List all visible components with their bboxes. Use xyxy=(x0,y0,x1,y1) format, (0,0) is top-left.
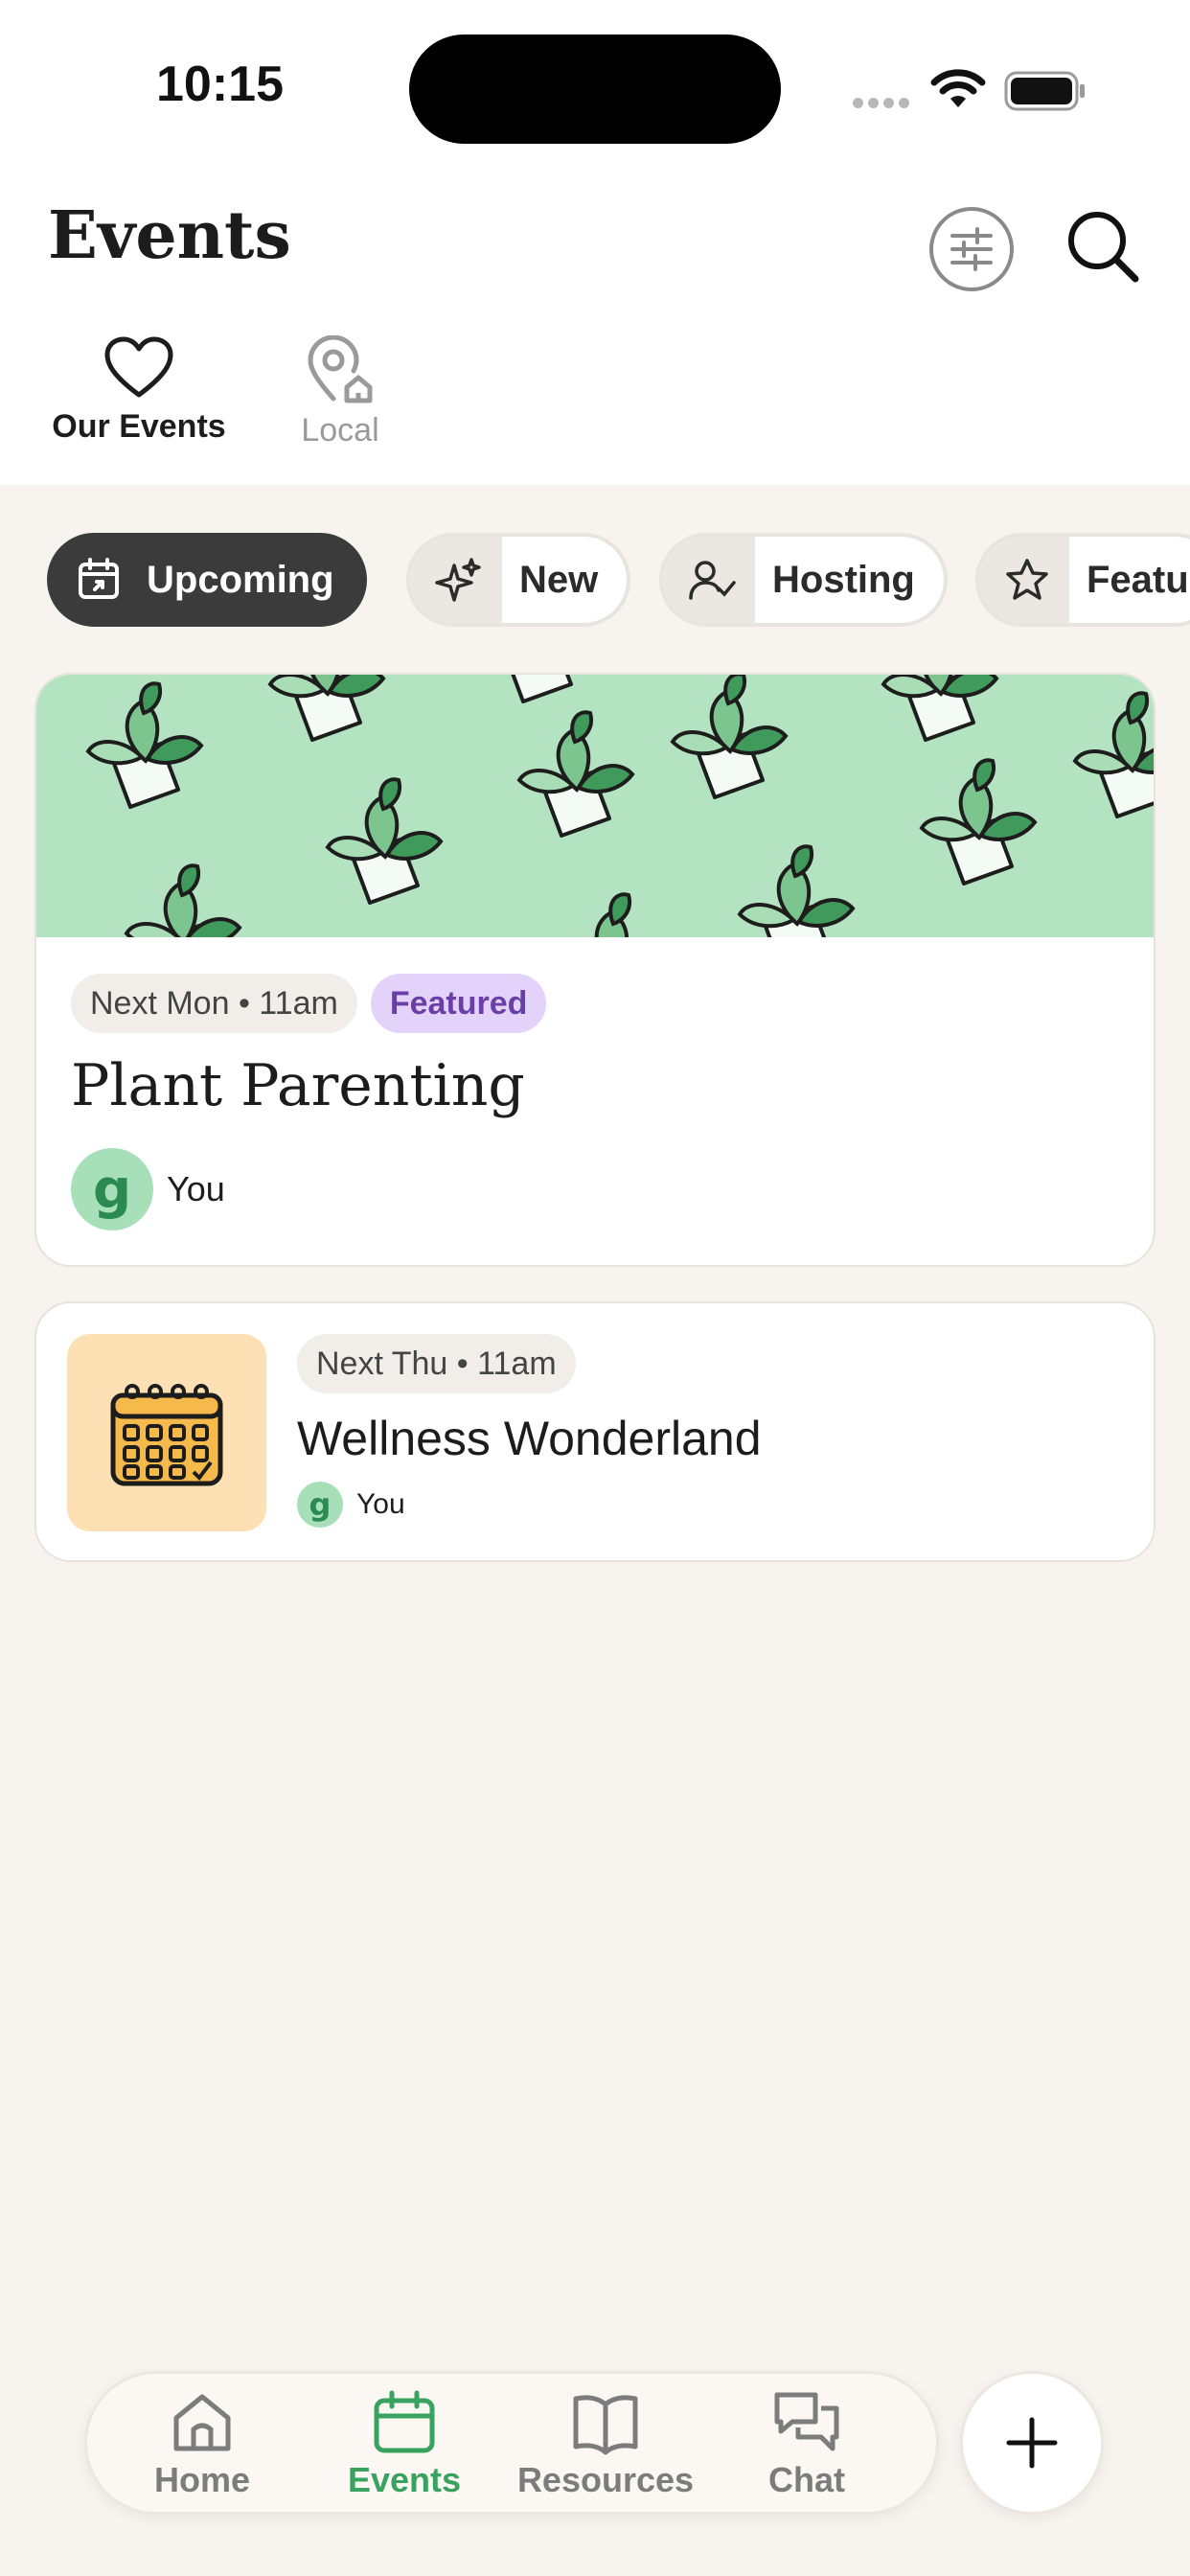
heart-icon xyxy=(104,336,173,398)
filter-settings-button[interactable] xyxy=(929,207,1014,291)
tab-our-events-label: Our Events xyxy=(52,408,226,445)
sparkle-icon xyxy=(410,537,502,623)
event-thumbnail xyxy=(67,1334,266,1531)
chat-icon xyxy=(774,2392,839,2451)
event-title: Wellness Wonderland xyxy=(297,1412,762,1465)
search-button[interactable] xyxy=(1062,205,1144,288)
status-time: 10:15 xyxy=(156,57,284,112)
tab-our-events[interactable]: Our Events xyxy=(48,335,230,446)
event-card-plant-parenting[interactable]: Next Mon • 11am Featured Plant Parenting… xyxy=(34,673,1156,1267)
search-icon xyxy=(1068,212,1139,283)
featured-badge: Featured xyxy=(370,974,547,1033)
chip-featured[interactable]: Featu xyxy=(975,533,1190,627)
location-home-icon xyxy=(308,335,373,403)
nav-chat[interactable]: Chat xyxy=(716,2389,898,2500)
host-name: You xyxy=(167,1169,225,1208)
tab-local[interactable]: Local xyxy=(287,335,393,449)
nav-events-label: Events xyxy=(347,2460,462,2499)
host-avatar: g xyxy=(297,1482,343,1528)
calendar-icon xyxy=(374,2390,435,2453)
chip-new[interactable]: New xyxy=(406,533,631,627)
nav-resources-label: Resources xyxy=(516,2460,695,2499)
calendar-illustration-icon xyxy=(110,1384,223,1486)
dynamic-island xyxy=(409,34,781,144)
chip-upcoming-label: Upcoming xyxy=(147,558,334,601)
nav-chat-label: Chat xyxy=(768,2460,845,2499)
sliders-icon xyxy=(950,227,993,271)
chip-upcoming[interactable]: Upcoming xyxy=(47,533,367,627)
calendar-icon xyxy=(51,537,129,623)
nav-home-label: Home xyxy=(153,2460,251,2499)
user-check-icon xyxy=(663,537,755,623)
event-title: Plant Parenting xyxy=(71,1052,525,1119)
nav-home[interactable]: Home xyxy=(111,2389,293,2500)
chip-hosting-label: Hosting xyxy=(772,558,915,601)
star-icon xyxy=(979,537,1069,623)
page-title: Events xyxy=(48,197,291,274)
host-name: You xyxy=(356,1488,405,1520)
wifi-icon xyxy=(930,69,986,107)
chip-featured-label: Featu xyxy=(1087,558,1189,601)
event-date-pill: Next Thu • 11am xyxy=(297,1334,576,1393)
book-icon xyxy=(573,2395,638,2455)
cellular-signal-icon xyxy=(853,96,914,113)
filter-chips-row: Upcoming New Hosting Featu xyxy=(0,533,1190,629)
nav-events[interactable]: Events xyxy=(313,2389,495,2500)
plus-icon xyxy=(1006,2417,1058,2469)
plant-pattern-illustration xyxy=(86,675,1154,937)
bottom-navigation: Home Events Resources Chat xyxy=(84,2371,939,2515)
event-card-wellness-wonderland[interactable]: Next Thu • 11am Wellness Wonderland g Yo… xyxy=(34,1301,1156,1562)
add-event-button[interactable] xyxy=(960,2371,1104,2515)
event-date-pill: Next Mon • 11am xyxy=(71,974,357,1033)
chip-new-label: New xyxy=(519,558,599,601)
nav-resources[interactable]: Resources xyxy=(515,2389,697,2500)
tab-local-label: Local xyxy=(301,412,379,448)
event-banner-image xyxy=(36,675,1154,937)
home-icon xyxy=(173,2394,231,2451)
battery-icon xyxy=(1004,71,1085,111)
chip-hosting[interactable]: Hosting xyxy=(659,533,948,627)
host-avatar: g xyxy=(71,1148,153,1230)
